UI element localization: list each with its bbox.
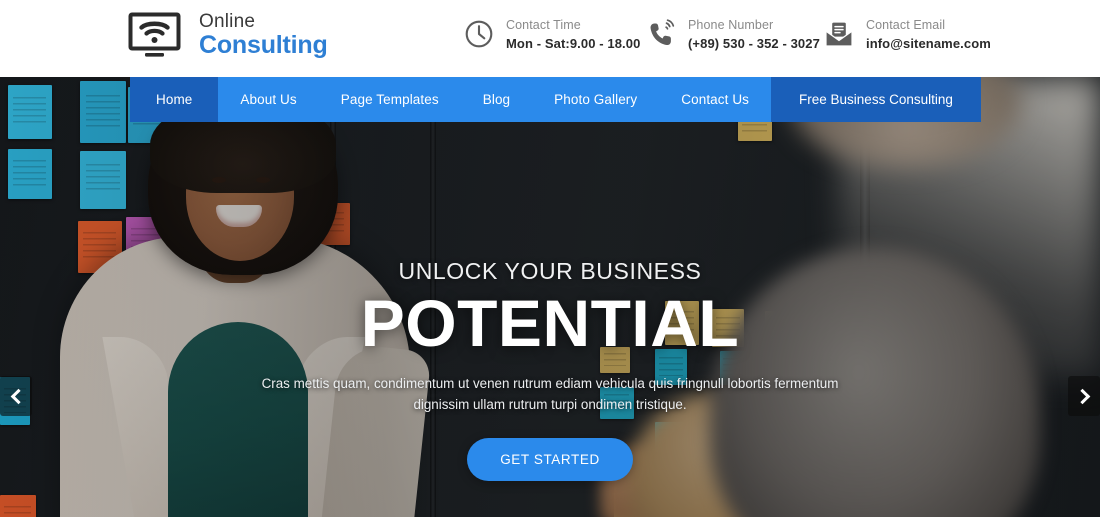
phone-icon xyxy=(650,19,675,46)
nav-item-about-us[interactable]: About Us xyxy=(218,77,318,122)
nav-item-home[interactable]: Home xyxy=(130,77,219,122)
site-logo[interactable]: Online Consulting xyxy=(128,12,328,58)
contact-time-value: Mon - Sat:9.00 - 18.00 xyxy=(506,35,641,51)
clock-icon xyxy=(465,20,493,48)
contact-time: Contact Time Mon - Sat:9.00 - 18.00 xyxy=(464,17,640,52)
main-navigation: Home About Us Page Templates Blog Photo … xyxy=(130,77,981,122)
envelope-icon xyxy=(826,22,852,46)
nav-item-contact-us[interactable]: Contact Us xyxy=(659,77,771,122)
logo-text: Online Consulting xyxy=(199,12,328,58)
contact-email: Contact Email info@sitename.com xyxy=(824,17,991,52)
nav-item-photo-gallery[interactable]: Photo Gallery xyxy=(532,77,659,122)
contact-time-label: Contact Time xyxy=(506,18,581,32)
logo-line-one: Online xyxy=(199,11,256,32)
homepage: Online Consulting Contact Time Mon - Sat… xyxy=(0,0,1100,517)
chevron-left-icon xyxy=(10,388,26,404)
nav-cta-free-business-consulting[interactable]: Free Business Consulting xyxy=(771,77,981,122)
contact-phone-label: Phone Number xyxy=(688,18,774,32)
contact-time-text: Contact Time Mon - Sat:9.00 - 18.00 xyxy=(506,17,640,52)
contact-email-label: Contact Email xyxy=(866,18,946,32)
nav-item-page-templates[interactable]: Page Templates xyxy=(319,77,461,122)
nav-items: Home About Us Page Templates Blog Photo … xyxy=(130,77,771,122)
contact-email-text: Contact Email info@sitename.com xyxy=(866,17,991,52)
site-header: Online Consulting Contact Time Mon - Sat… xyxy=(0,0,1100,77)
slider-next-button[interactable] xyxy=(1068,376,1100,416)
monitor-wifi-icon xyxy=(128,12,181,57)
nav-item-blog[interactable]: Blog xyxy=(461,77,532,122)
contact-email-value: info@sitename.com xyxy=(866,35,991,51)
contact-phone: Phone Number (+89) 530 - 352 - 3027 xyxy=(646,17,820,52)
chevron-right-icon xyxy=(1074,388,1090,404)
contact-phone-text: Phone Number (+89) 530 - 352 - 3027 xyxy=(688,17,820,52)
contact-phone-value: (+89) 530 - 352 - 3027 xyxy=(688,35,820,51)
logo-line-two: Consulting xyxy=(199,31,328,59)
slider-prev-button[interactable] xyxy=(0,376,32,416)
get-started-button[interactable]: GET STARTED xyxy=(467,437,633,481)
